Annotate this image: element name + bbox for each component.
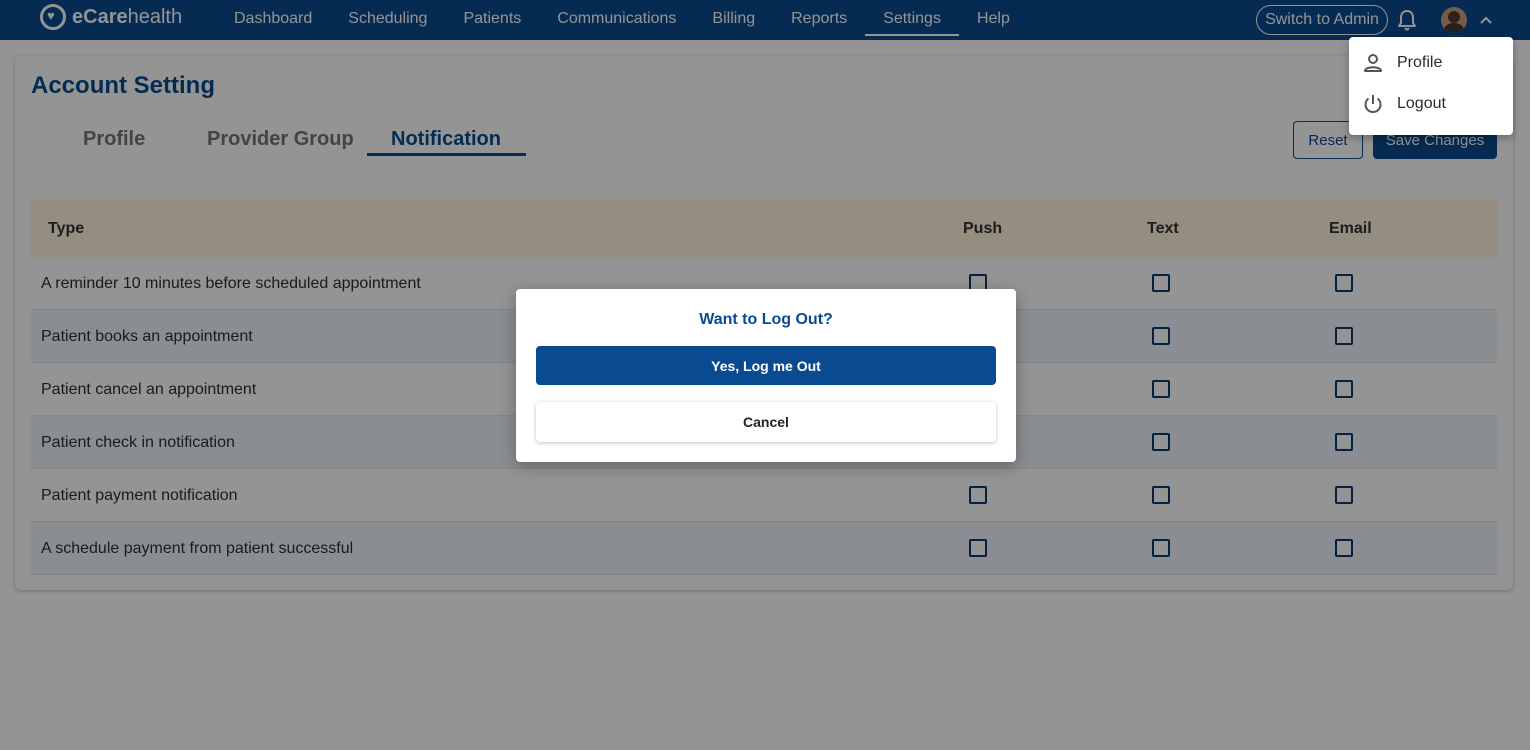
- menu-item-profile[interactable]: Profile: [1349, 43, 1513, 83]
- menu-item-logout[interactable]: Logout: [1349, 84, 1513, 124]
- person-icon: [1364, 54, 1382, 72]
- logout-dialog: Want to Log Out? Yes, Log me Out Cancel: [516, 289, 1016, 462]
- power-icon: [1364, 95, 1382, 113]
- menu-item-label: Logout: [1397, 95, 1446, 112]
- confirm-logout-button[interactable]: Yes, Log me Out: [536, 346, 996, 385]
- dialog-title: Want to Log Out?: [699, 311, 833, 328]
- user-dropdown-menu: Profile Logout: [1349, 37, 1513, 135]
- cancel-button[interactable]: Cancel: [536, 402, 996, 442]
- menu-item-label: Profile: [1397, 54, 1443, 71]
